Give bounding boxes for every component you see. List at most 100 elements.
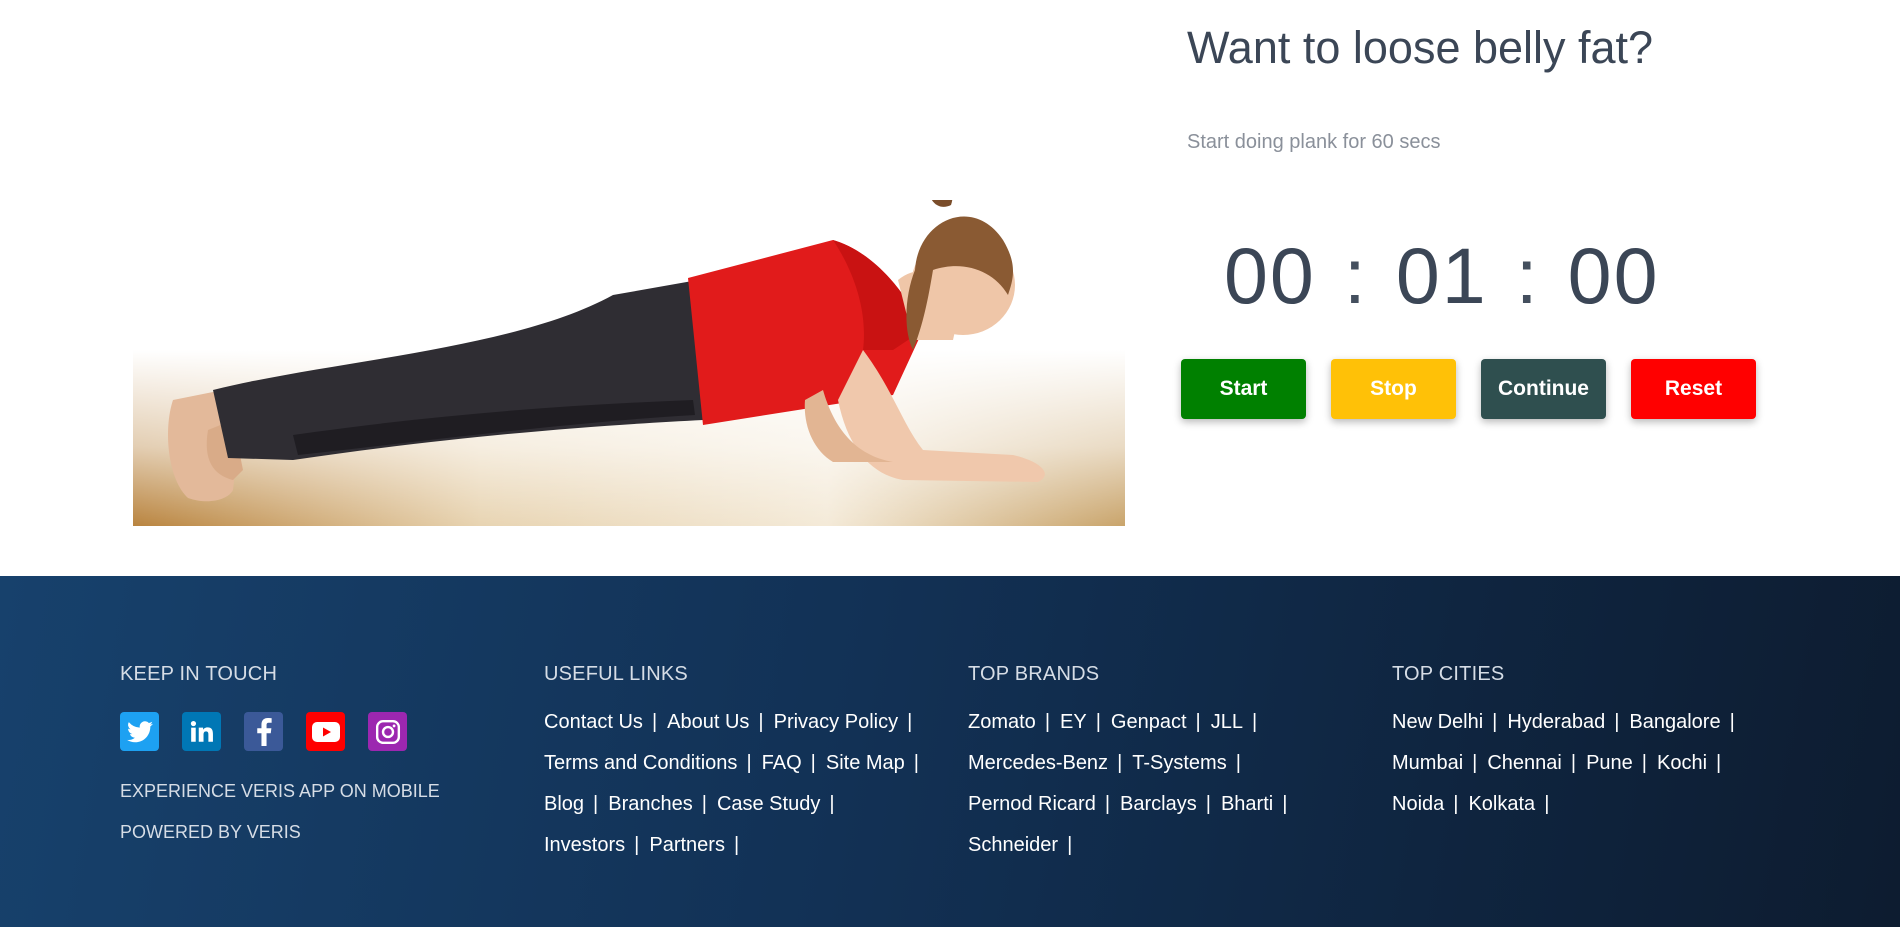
footer-link[interactable]: Contact Us bbox=[544, 711, 643, 733]
footer-link[interactable]: Branches bbox=[608, 793, 693, 815]
footer-link[interactable]: Zomato bbox=[968, 711, 1036, 733]
link-separator: | bbox=[829, 793, 835, 815]
footer-link[interactable]: Schneider bbox=[968, 834, 1058, 856]
mobile-app-promo: EXPERIENCE VERIS APP ON MOBILE bbox=[120, 781, 440, 801]
footer-link[interactable]: Kochi bbox=[1657, 752, 1707, 774]
link-separator: | bbox=[913, 752, 919, 774]
useful-links-title: USEFUL LINKS bbox=[544, 663, 688, 685]
footer-link[interactable]: Bangalore bbox=[1629, 711, 1720, 733]
link-separator: | bbox=[1117, 752, 1123, 774]
youtube-icon[interactable] bbox=[306, 712, 345, 751]
link-separator: | bbox=[1614, 711, 1620, 733]
footer-link[interactable]: Investors bbox=[544, 834, 625, 856]
footer-link-row: New Delhi | Hyderabad | Bangalore | bbox=[1392, 711, 1812, 752]
countdown-timer: 00 : 01 : 00 bbox=[1224, 230, 1660, 322]
top-brands-column: TOP BRANDS Zomato | EY | Genpact | JLL | Mercede… bbox=[968, 663, 1368, 875]
instagram-icon[interactable] bbox=[368, 712, 407, 751]
link-separator: | bbox=[1729, 711, 1735, 733]
timer-hours: 00 bbox=[1224, 231, 1316, 320]
link-separator: | bbox=[1251, 711, 1258, 733]
footer-link-row: Terms and Conditions | FAQ | Site Map | bbox=[544, 752, 944, 793]
powered-by-text: POWERED BY VERIS bbox=[120, 822, 301, 842]
footer-link[interactable]: Site Map bbox=[826, 752, 905, 774]
footer-link-row: Blog | Branches | Case Study | bbox=[544, 793, 944, 834]
top-brands-title: TOP BRANDS bbox=[968, 663, 1100, 685]
link-separator: | bbox=[733, 834, 740, 856]
link-separator: | bbox=[1067, 834, 1073, 856]
footer-link[interactable]: Blog bbox=[544, 793, 584, 815]
reset-button[interactable]: Reset bbox=[1631, 359, 1756, 419]
keep-in-touch-column: KEEP IN TOUCH EXPERIENCE VERIS APP ON MO… bbox=[120, 663, 500, 913]
twitter-icon[interactable] bbox=[120, 712, 159, 751]
footer-link[interactable]: New Delhi bbox=[1392, 711, 1483, 733]
footer-link[interactable]: EY bbox=[1060, 711, 1087, 733]
link-separator: | bbox=[810, 752, 816, 774]
link-separator: | bbox=[1104, 793, 1111, 815]
link-separator: | bbox=[1235, 752, 1241, 774]
useful-links-list: Contact Us | About Us | Privacy Policy | Terms… bbox=[544, 711, 944, 875]
footer-link-row: Contact Us | About Us | Privacy Policy | bbox=[544, 711, 944, 752]
link-separator: | bbox=[651, 711, 658, 733]
timer-seconds: 00 bbox=[1567, 231, 1660, 320]
hero-section: Want to loose belly fat? Start doing pla… bbox=[0, 0, 1900, 576]
footer-link-row: Pernod Ricard | Barclays | Bharti | bbox=[968, 793, 1368, 834]
link-separator: | bbox=[1205, 793, 1211, 815]
link-separator: | bbox=[746, 752, 752, 774]
top-brands-list: Zomato | EY | Genpact | JLL | Mercedes-Benz | T-Sy… bbox=[968, 711, 1368, 875]
footer-link[interactable]: Hyderabad bbox=[1507, 711, 1605, 733]
footer-link[interactable]: Case Study bbox=[717, 793, 820, 815]
link-separator: | bbox=[1282, 793, 1288, 815]
continue-button[interactable]: Continue bbox=[1481, 359, 1606, 419]
footer-link[interactable]: FAQ bbox=[762, 752, 802, 774]
link-separator: | bbox=[634, 834, 640, 856]
stop-button[interactable]: Stop bbox=[1331, 359, 1456, 419]
footer-link-row: Mercedes-Benz | T-Systems | bbox=[968, 752, 1368, 793]
start-button[interactable]: Start bbox=[1181, 359, 1306, 419]
site-footer: KEEP IN TOUCH EXPERIENCE VERIS APP ON MO… bbox=[0, 576, 1900, 927]
link-separator: | bbox=[1453, 793, 1459, 815]
footer-link[interactable]: T-Systems bbox=[1132, 752, 1226, 774]
linkedin-icon[interactable] bbox=[182, 712, 221, 751]
link-separator: | bbox=[1472, 752, 1478, 774]
footer-link[interactable]: Chennai bbox=[1487, 752, 1562, 774]
link-separator: | bbox=[1492, 711, 1498, 733]
social-links bbox=[120, 712, 500, 751]
link-separator: | bbox=[1641, 752, 1647, 774]
top-cities-column: TOP CITIES New Delhi | Hyderabad | Bangalore… bbox=[1392, 663, 1812, 834]
link-separator: | bbox=[1095, 711, 1101, 733]
link-separator: | bbox=[907, 711, 913, 733]
footer-link[interactable]: JLL bbox=[1211, 711, 1243, 733]
footer-link[interactable]: Partners bbox=[649, 834, 725, 856]
footer-link[interactable]: About Us bbox=[667, 711, 749, 733]
page-subheading: Start doing plank for 60 secs bbox=[1187, 131, 1441, 153]
page-headline: Want to loose belly fat? bbox=[1187, 22, 1654, 73]
footer-link[interactable]: Mumbai bbox=[1392, 752, 1463, 774]
footer-link[interactable]: Bharti bbox=[1221, 793, 1273, 815]
footer-link[interactable]: Pune bbox=[1586, 752, 1633, 774]
link-separator: | bbox=[701, 793, 707, 815]
footer-link[interactable]: Kolkata bbox=[1468, 793, 1535, 815]
link-separator: | bbox=[1044, 711, 1051, 733]
keep-in-touch-title: KEEP IN TOUCH bbox=[120, 663, 278, 685]
facebook-icon[interactable] bbox=[244, 712, 283, 751]
footer-link-row: Investors | Partners | bbox=[544, 834, 944, 875]
footer-link[interactable]: Mercedes-Benz bbox=[968, 752, 1108, 774]
useful-links-column: USEFUL LINKS Contact Us | About Us | Privacy… bbox=[544, 663, 944, 875]
footer-link[interactable]: Barclays bbox=[1120, 793, 1197, 815]
footer-link[interactable]: Noida bbox=[1392, 793, 1444, 815]
footer-link-row: Zomato | EY | Genpact | JLL | bbox=[968, 711, 1368, 752]
link-separator: | bbox=[1195, 711, 1201, 733]
footer-link[interactable]: Pernod Ricard bbox=[968, 793, 1096, 815]
timer-controls: Start Stop Continue Reset bbox=[1181, 359, 1756, 419]
footer-link-row: Schneider | bbox=[968, 834, 1368, 875]
timer-separator: : bbox=[1343, 231, 1368, 320]
footer-link[interactable]: Genpact bbox=[1111, 711, 1187, 733]
link-separator: | bbox=[1544, 793, 1550, 815]
timer-minutes: 01 bbox=[1395, 231, 1488, 320]
top-cities-list: New Delhi | Hyderabad | Bangalore | Mumbai | Che… bbox=[1392, 711, 1812, 834]
footer-link[interactable]: Terms and Conditions bbox=[544, 752, 737, 774]
top-cities-title: TOP CITIES bbox=[1392, 663, 1505, 685]
footer-link[interactable]: Privacy Policy bbox=[774, 711, 898, 733]
plank-exercise-image bbox=[133, 200, 1125, 526]
link-separator: | bbox=[593, 793, 599, 815]
